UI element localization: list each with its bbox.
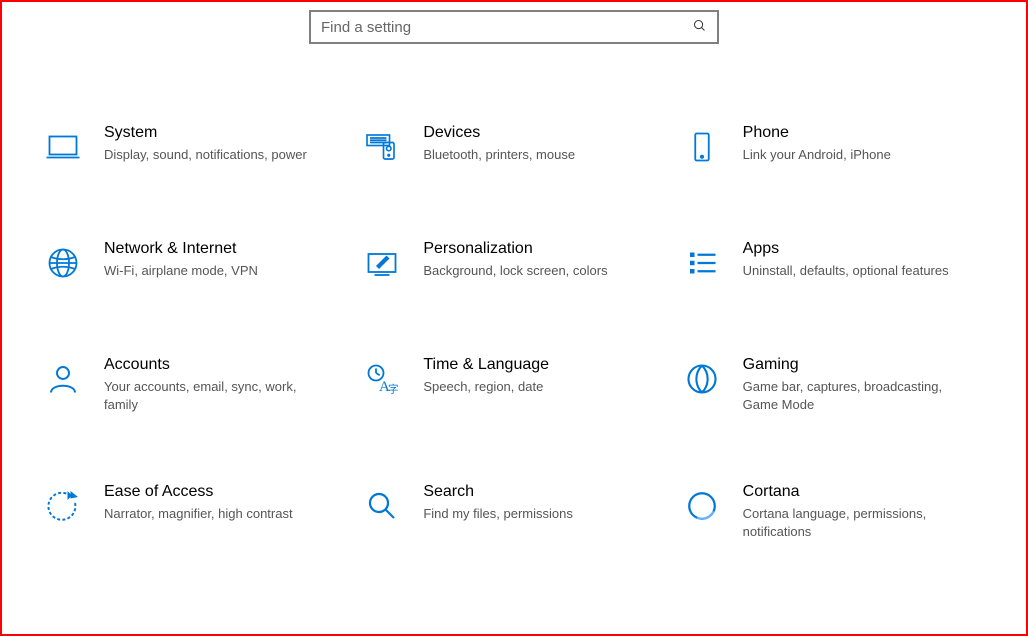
tile-title: Phone	[743, 124, 891, 142]
tile-network[interactable]: Network & Internet Wi-Fi, airplane mode,…	[40, 240, 349, 286]
tile-title: Personalization	[423, 240, 607, 258]
tile-desc: Uninstall, defaults, optional features	[743, 262, 949, 280]
time-language-icon: A 字	[359, 356, 405, 402]
tile-ease-of-access[interactable]: Ease of Access Narrator, magnifier, high…	[40, 483, 349, 540]
tile-phone[interactable]: Phone Link your Android, iPhone	[679, 124, 988, 170]
tile-system[interactable]: System Display, sound, notifications, po…	[40, 124, 349, 170]
cortana-icon	[679, 483, 725, 529]
tile-title: Accounts	[104, 356, 324, 374]
tile-search[interactable]: Search Find my files, permissions	[359, 483, 668, 540]
search-box[interactable]	[309, 10, 719, 44]
tile-desc: Narrator, magnifier, high contrast	[104, 505, 293, 523]
search-icon	[692, 18, 707, 37]
phone-icon	[679, 124, 725, 170]
tile-title: Devices	[423, 124, 575, 142]
tile-desc: Background, lock screen, colors	[423, 262, 607, 280]
search-input[interactable]	[321, 19, 681, 36]
accounts-icon	[40, 356, 86, 402]
search-category-icon	[359, 483, 405, 529]
tile-cortana[interactable]: Cortana Cortana language, permissions, n…	[679, 483, 988, 540]
tile-desc: Cortana language, permissions, notificat…	[743, 505, 963, 540]
settings-grid: System Display, sound, notifications, po…	[2, 44, 1026, 540]
tile-title: Apps	[743, 240, 949, 258]
tile-personalization[interactable]: Personalization Background, lock screen,…	[359, 240, 668, 286]
tile-apps[interactable]: Apps Uninstall, defaults, optional featu…	[679, 240, 988, 286]
ease-of-access-icon	[40, 483, 86, 529]
tile-desc: Find my files, permissions	[423, 505, 573, 523]
personalization-icon	[359, 240, 405, 286]
tile-title: Search	[423, 483, 573, 501]
network-icon	[40, 240, 86, 286]
tile-title: Time & Language	[423, 356, 549, 374]
svg-text:字: 字	[388, 383, 399, 396]
tile-time-language[interactable]: A 字 Time & Language Speech, region, date	[359, 356, 668, 413]
gaming-icon	[679, 356, 725, 402]
tile-desc: Game bar, captures, broadcasting, Game M…	[743, 378, 963, 413]
tile-desc: Speech, region, date	[423, 378, 549, 396]
system-icon	[40, 124, 86, 170]
tile-title: Network & Internet	[104, 240, 258, 258]
apps-icon	[679, 240, 725, 286]
tile-desc: Link your Android, iPhone	[743, 146, 891, 164]
tile-title: Gaming	[743, 356, 963, 374]
tile-desc: Your accounts, email, sync, work, family	[104, 378, 324, 413]
tile-desc: Wi-Fi, airplane mode, VPN	[104, 262, 258, 280]
tile-title: System	[104, 124, 307, 142]
tile-title: Cortana	[743, 483, 963, 501]
tile-title: Ease of Access	[104, 483, 293, 501]
tile-desc: Bluetooth, printers, mouse	[423, 146, 575, 164]
tile-desc: Display, sound, notifications, power	[104, 146, 307, 164]
tile-devices[interactable]: Devices Bluetooth, printers, mouse	[359, 124, 668, 170]
devices-icon	[359, 124, 405, 170]
tile-accounts[interactable]: Accounts Your accounts, email, sync, wor…	[40, 356, 349, 413]
tile-gaming[interactable]: Gaming Game bar, captures, broadcasting,…	[679, 356, 988, 413]
